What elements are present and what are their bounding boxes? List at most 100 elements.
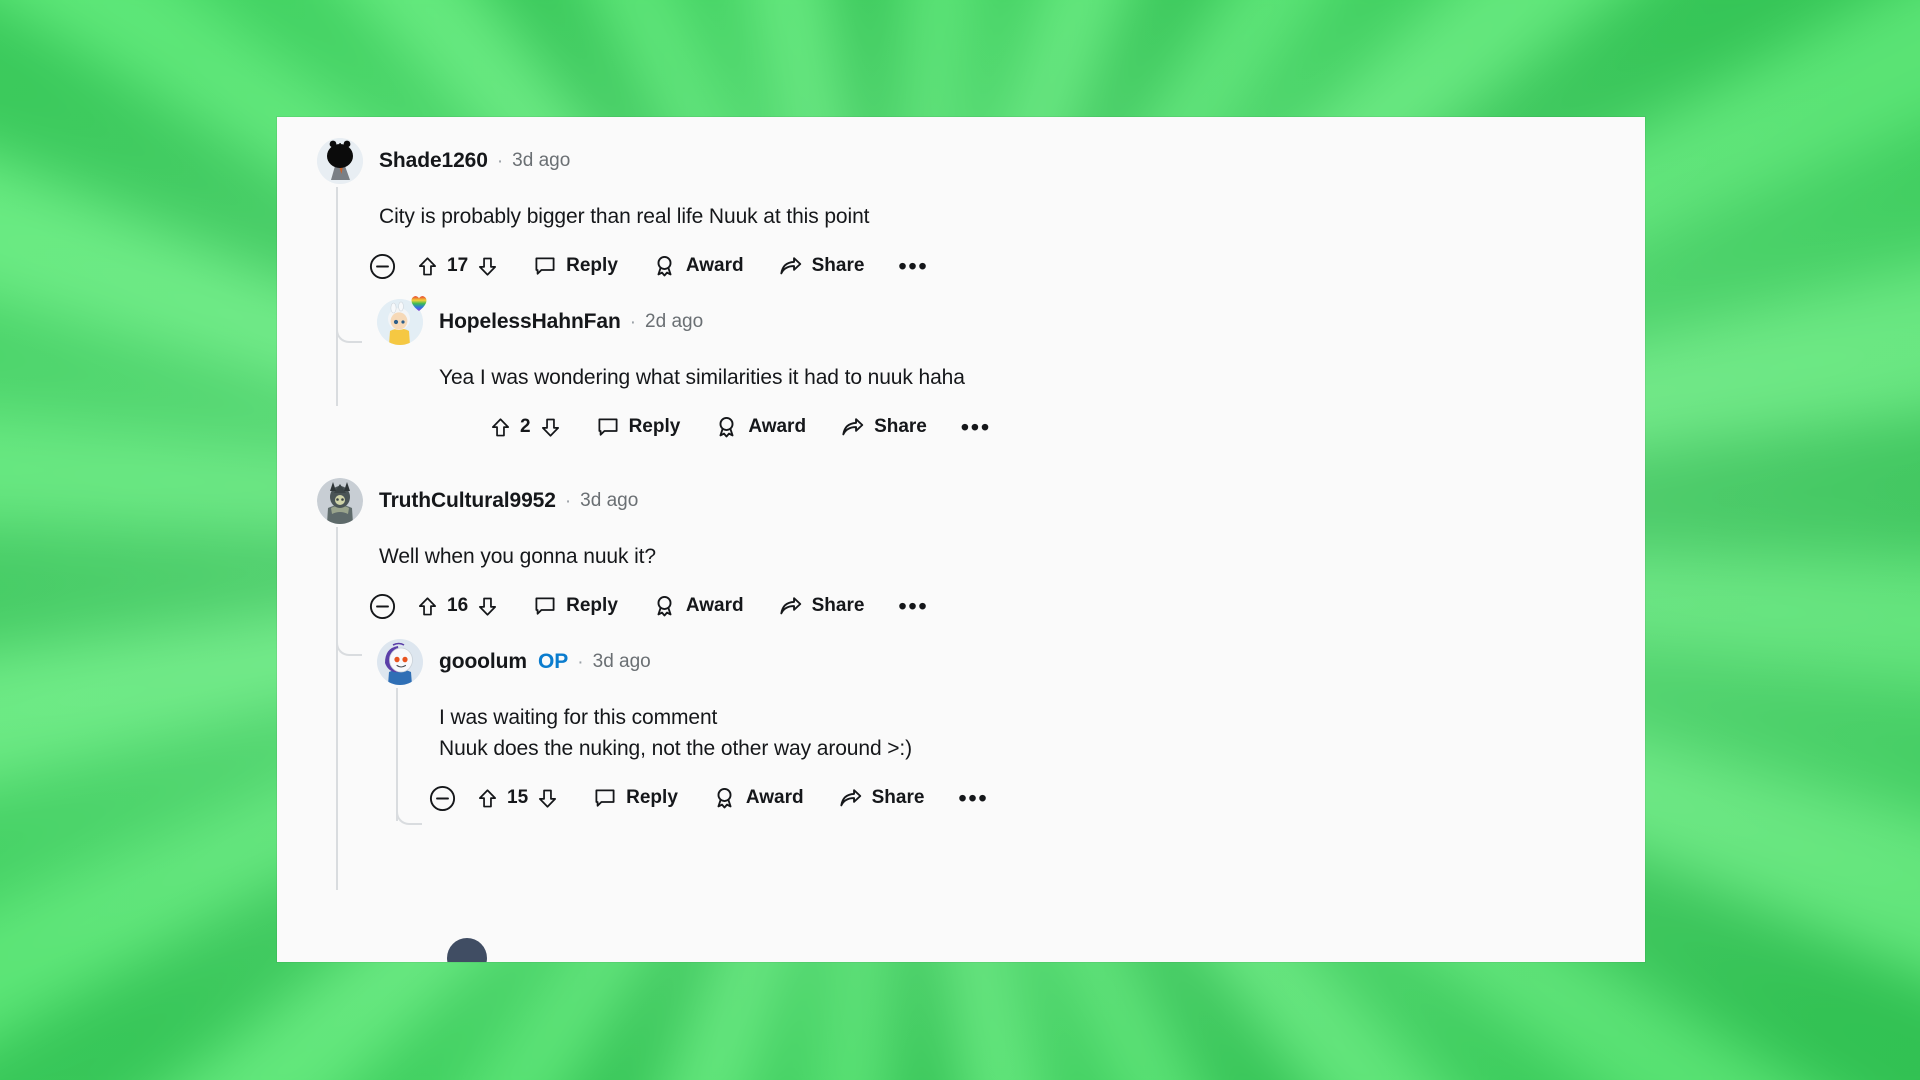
share-button[interactable]: Share: [838, 786, 925, 811]
avatar[interactable]: [377, 639, 423, 685]
comment-body: Yea I was wondering what similarities it…: [439, 366, 965, 389]
share-label: Share: [871, 787, 925, 808]
comment-list: Shade1260 · 3d ago City is probably bigg…: [277, 117, 1645, 962]
reply-label: Reply: [628, 416, 681, 437]
snoo-purple-hood-blue-scarf-icon: [377, 639, 423, 685]
comment-thread-item: Shade1260 · 3d ago City is probably bigg…: [277, 138, 1645, 343]
upvote-button[interactable]: [416, 595, 439, 618]
share-arrow-icon: [840, 788, 861, 806]
comment-header: Shade1260 · 3d ago: [317, 138, 1645, 184]
comment-header: TruthCultural9952 · 3d ago: [317, 478, 1645, 524]
more-options-button[interactable]: •••: [898, 595, 928, 618]
downvote-arrow-icon: [541, 418, 559, 437]
comment-timestamp: 3d ago: [580, 490, 639, 511]
upvote-arrow-icon: [478, 788, 497, 807]
downvote-button[interactable]: [539, 416, 562, 439]
award-label: Award: [685, 255, 744, 276]
next-comment-avatar-partial: [447, 938, 487, 962]
award-label: Award: [745, 787, 804, 808]
award-label: Award: [748, 416, 807, 437]
thread-line-curve: [396, 799, 422, 825]
comment-username[interactable]: gooolum: [439, 650, 527, 674]
avatar[interactable]: [377, 296, 427, 345]
share-arrow-icon: [780, 256, 801, 274]
vote-score: 2: [520, 416, 531, 437]
downvote-button[interactable]: [536, 787, 559, 810]
rainbow-heart-icon: [411, 296, 427, 311]
downvote-arrow-icon: [479, 257, 497, 276]
comment-thread-item: TruthCultural9952 · 3d ago Well when you…: [277, 478, 1645, 656]
share-button[interactable]: Share: [840, 415, 927, 440]
vote-group: 17: [416, 255, 499, 278]
award-button[interactable]: Award: [712, 786, 804, 811]
award-button[interactable]: Award: [652, 594, 744, 619]
comment-thread-item: gooolum OP · 3d ago I was waiting for th…: [277, 639, 1645, 890]
comment-timestamp: 3d ago: [512, 150, 571, 171]
comment-body: I was waiting for this comment Nuuk does…: [439, 706, 913, 760]
comment-timestamp: 2d ago: [645, 311, 704, 332]
comment-action-bar: 16 Reply Award Share •••: [369, 580, 1645, 632]
share-label: Share: [874, 416, 927, 437]
minus-circle-icon: [429, 785, 456, 811]
minus-circle-icon: [369, 253, 396, 279]
award-button[interactable]: Award: [652, 254, 744, 279]
separator-dot: ·: [629, 311, 637, 333]
award-ribbon-icon: [657, 255, 672, 276]
share-label: Share: [811, 595, 865, 616]
comment-username[interactable]: HopelessHahnFan: [439, 310, 621, 334]
award-ribbon-icon: [657, 595, 672, 616]
downvote-button[interactable]: [476, 595, 499, 618]
reply-button[interactable]: Reply: [596, 415, 681, 439]
downvote-button[interactable]: [476, 255, 499, 278]
more-options-button[interactable]: •••: [958, 787, 988, 810]
avatar[interactable]: [317, 478, 363, 524]
reply-button[interactable]: Reply: [533, 594, 618, 618]
comment-username[interactable]: TruthCultural9952: [379, 489, 556, 513]
thread-line: [336, 650, 338, 890]
award-ribbon-icon: [717, 787, 732, 808]
upvote-arrow-icon: [491, 417, 510, 436]
comment-header: gooolum OP · 3d ago: [377, 639, 1645, 685]
reply-button[interactable]: Reply: [533, 254, 618, 278]
comment-action-bar: 2 Reply Award Share •••: [489, 401, 1645, 453]
reply-button[interactable]: Reply: [593, 786, 678, 810]
more-options-button[interactable]: •••: [898, 255, 928, 278]
upvote-button[interactable]: [476, 787, 499, 810]
vote-score: 15: [507, 787, 529, 808]
comment-username[interactable]: Shade1260: [379, 149, 488, 173]
separator-dot: ·: [564, 490, 572, 512]
comment-action-bar: 17 Reply Award Share •••: [369, 240, 1645, 292]
downvote-arrow-icon: [539, 789, 557, 808]
more-options-button[interactable]: •••: [961, 416, 991, 439]
comment-body: City is probably bigger than real life N…: [379, 205, 870, 228]
comment-header: HopelessHahnFan · 2d ago: [377, 296, 1645, 345]
collapse-thread-button[interactable]: [369, 593, 396, 620]
snoo-armored-knight-icon: [317, 478, 363, 524]
award-button[interactable]: Award: [714, 415, 806, 440]
speech-bubble-icon: [535, 597, 555, 615]
downvote-arrow-icon: [479, 597, 497, 616]
avatar[interactable]: [317, 138, 363, 184]
award-label: Award: [685, 595, 744, 616]
separator-dot: ·: [496, 150, 504, 172]
upvote-button[interactable]: [416, 255, 439, 278]
vote-group: 15: [476, 787, 559, 810]
vote-group: 2: [489, 416, 562, 439]
speech-bubble-icon: [535, 257, 555, 275]
vote-score: 16: [447, 595, 469, 616]
upvote-button[interactable]: [489, 416, 512, 439]
share-label: Share: [811, 255, 865, 276]
collapse-thread-button[interactable]: [429, 785, 456, 812]
share-arrow-icon: [842, 417, 864, 435]
collapse-thread-button[interactable]: [369, 253, 396, 280]
comment-timestamp: 3d ago: [592, 651, 651, 672]
comment-thread-card: Shade1260 · 3d ago City is probably bigg…: [277, 117, 1645, 962]
reply-label: Reply: [566, 595, 618, 616]
upvote-arrow-icon: [418, 596, 437, 615]
separator-dot: ·: [577, 651, 584, 673]
share-button[interactable]: Share: [778, 594, 865, 619]
reply-label: Reply: [566, 255, 618, 276]
vote-group: 16: [416, 595, 499, 618]
comment-thread-item: HopelessHahnFan · 2d ago Yea I was wonde…: [277, 296, 1645, 453]
share-button[interactable]: Share: [778, 254, 865, 279]
